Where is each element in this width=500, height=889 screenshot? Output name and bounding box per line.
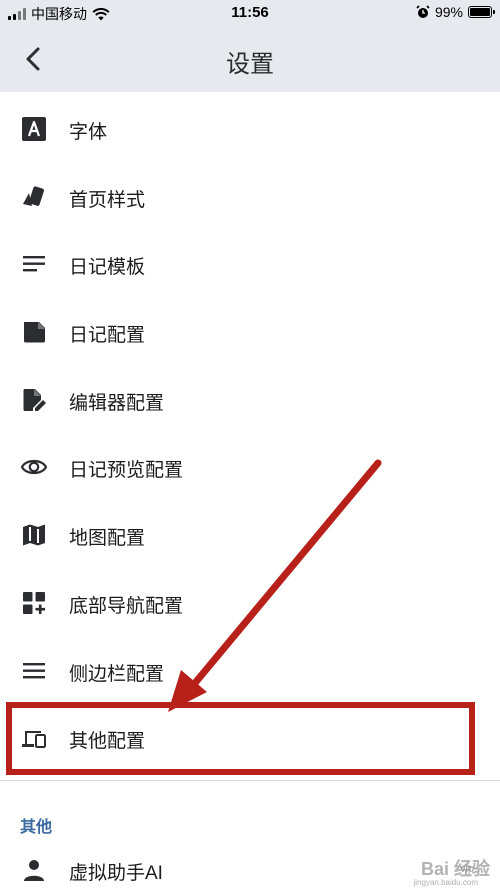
highlight-box bbox=[6, 702, 475, 775]
settings-menu: 字体 首页样式 日记模板 日记配置 编辑器配置 日记预览配置 地图配置 底部导航… bbox=[0, 92, 500, 769]
menu-lines-icon bbox=[23, 662, 45, 678]
menu-item-map-config[interactable]: 地图配置 bbox=[0, 498, 500, 566]
watermark-sub: jingyan.baidu.com bbox=[413, 878, 478, 887]
menu-label: 日记预览配置 bbox=[69, 460, 184, 482]
section-title: 其他 bbox=[20, 819, 53, 836]
menu-label: 首页样式 bbox=[69, 189, 146, 211]
menu-label: 虚拟助手AI bbox=[69, 863, 163, 884]
menu-item-sidebar-config[interactable]: 侧边栏配置 bbox=[0, 634, 500, 702]
menu-label: 底部导航配置 bbox=[69, 595, 184, 617]
page-title: 设置 bbox=[226, 51, 274, 78]
alarm-icon bbox=[416, 5, 430, 18]
menu-label: 字体 bbox=[69, 122, 108, 143]
menu-item-diary-config[interactable]: 日记配置 bbox=[0, 295, 500, 363]
cards-icon bbox=[23, 186, 44, 206]
note-icon bbox=[24, 322, 45, 343]
menu-label: 日记模板 bbox=[69, 257, 146, 279]
menu-item-diary-template[interactable]: 日记模板 bbox=[0, 227, 500, 295]
battery-icon bbox=[468, 6, 495, 18]
menu-item-bottom-nav-config[interactable]: 底部导航配置 bbox=[0, 566, 500, 634]
menu-label: 侧边栏配置 bbox=[69, 663, 165, 685]
nav-bar: 设置 bbox=[0, 26, 500, 92]
edit-file-icon bbox=[23, 388, 46, 411]
watermark-badge: vip bbox=[459, 863, 474, 875]
menu-label: 地图配置 bbox=[69, 528, 146, 550]
menu-label: 编辑器配置 bbox=[69, 392, 165, 414]
section-divider bbox=[0, 780, 500, 781]
menu-label: 日记配置 bbox=[69, 325, 146, 347]
person-icon bbox=[24, 860, 44, 881]
font-icon bbox=[22, 117, 46, 141]
eye-icon bbox=[21, 460, 47, 475]
template-lines-icon bbox=[23, 256, 45, 272]
menu-item-diary-preview[interactable]: 日记预览配置 bbox=[0, 430, 500, 498]
widgets-add-icon bbox=[23, 591, 45, 614]
status-bar: 中国移动 11:56 99% bbox=[0, 0, 500, 26]
menu-item-editor-config[interactable]: 编辑器配置 bbox=[0, 363, 500, 431]
status-right: 99% bbox=[416, 4, 495, 20]
menu-item-home-style[interactable]: 首页样式 bbox=[0, 160, 500, 228]
menu-item-font[interactable]: 字体 bbox=[0, 92, 500, 160]
battery-percent: 99% bbox=[434, 4, 463, 20]
map-icon bbox=[23, 524, 45, 546]
battery-fill bbox=[470, 8, 490, 16]
